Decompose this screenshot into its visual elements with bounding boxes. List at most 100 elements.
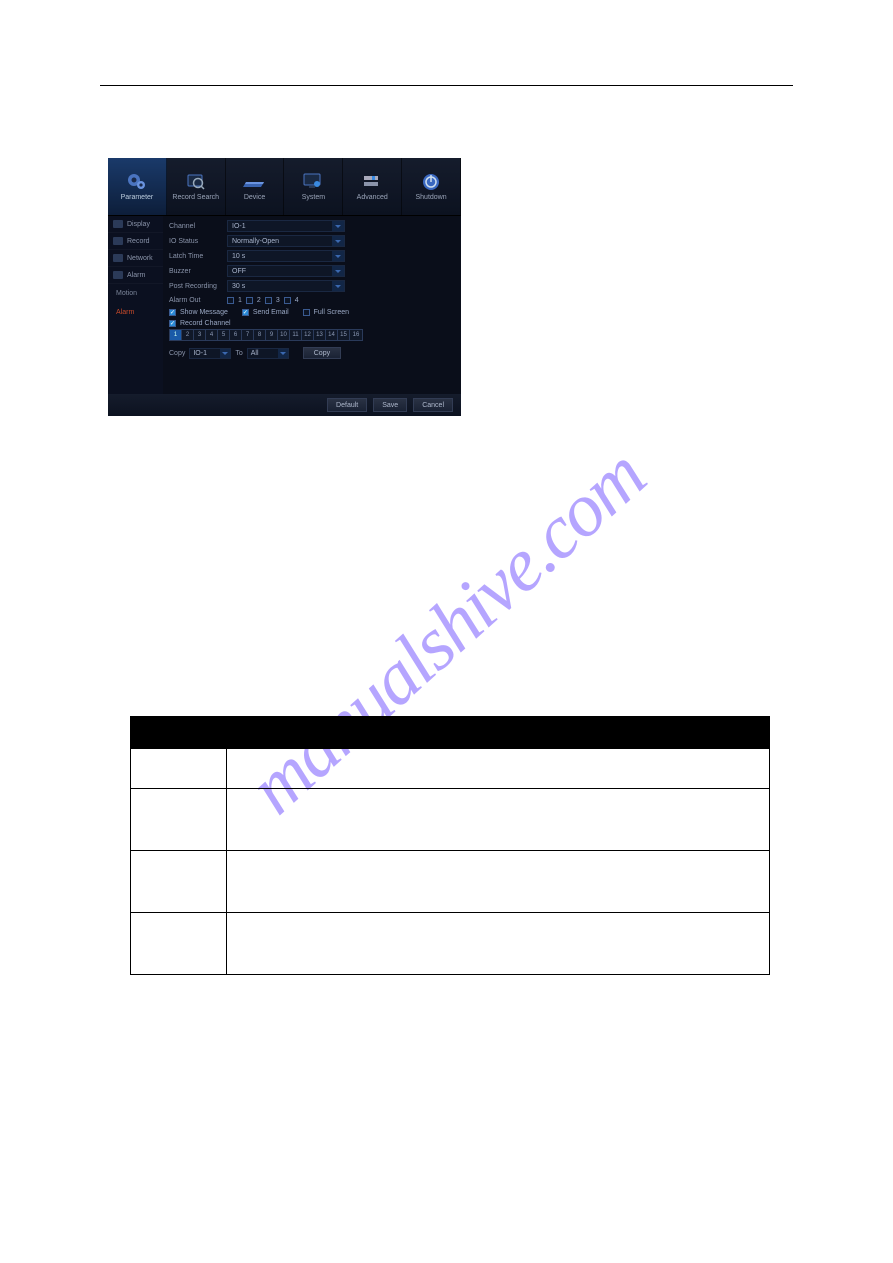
record-channel-checkbox[interactable] (169, 320, 176, 327)
device-icon (243, 172, 267, 192)
alarm-out-label: Alarm Out (169, 297, 227, 304)
channel-toggle[interactable]: 16 (350, 330, 362, 340)
sidebar-sub-motion[interactable]: Motion (108, 284, 163, 303)
chevron-down-icon (332, 221, 344, 231)
cancel-button[interactable]: Cancel (413, 398, 453, 412)
toolbar-system[interactable]: System (284, 158, 343, 215)
channel-toggle[interactable]: 4 (206, 330, 218, 340)
buzzer-select[interactable]: OFF (227, 265, 345, 277)
horizontal-rule (100, 85, 793, 86)
advanced-icon (361, 172, 383, 192)
power-icon (421, 172, 441, 192)
full-screen-checkbox[interactable] (303, 309, 310, 316)
sidebar-item-label: Display (127, 221, 150, 228)
copy-to-label: To (235, 350, 242, 357)
channel-toggle[interactable]: 10 (278, 330, 290, 340)
toolbar-advanced[interactable]: Advanced (343, 158, 402, 215)
io-status-label: IO Status (169, 238, 227, 245)
save-button[interactable]: Save (373, 398, 407, 412)
toolbar-shutdown[interactable]: Shutdown (402, 158, 461, 215)
record-icon (113, 237, 123, 245)
record-channel-label: Record Channel (180, 320, 231, 327)
sidebar-item-display[interactable]: Display (108, 216, 163, 233)
table-row (131, 749, 770, 789)
default-button[interactable]: Default (327, 398, 367, 412)
alarm-out-2-checkbox[interactable] (246, 297, 253, 304)
toolbar-label: Device (244, 194, 265, 201)
left-sidebar: Display Record Network Alarm Motion Alar… (108, 216, 163, 394)
post-recording-select[interactable]: 30 s (227, 280, 345, 292)
toolbar-record-search[interactable]: Record Search (167, 158, 226, 215)
toolbar-label: Record Search (172, 194, 219, 201)
channel-toggle[interactable]: 14 (326, 330, 338, 340)
channel-toggle[interactable]: 15 (338, 330, 350, 340)
toolbar-label: Parameter (121, 194, 154, 201)
chevron-down-icon (332, 251, 344, 261)
channel-toggle[interactable]: 9 (266, 330, 278, 340)
copy-label: Copy (169, 350, 185, 357)
sidebar-item-label: Alarm (127, 272, 145, 279)
dialog-footer: Default Save Cancel (108, 394, 461, 416)
sidebar-item-label: Network (127, 255, 153, 262)
channel-toggle[interactable]: 6 (230, 330, 242, 340)
sidebar-sub-alarm[interactable]: Alarm (108, 303, 163, 322)
send-email-label: Send Email (253, 309, 289, 316)
send-email-checkbox[interactable] (242, 309, 249, 316)
monitor-icon (302, 172, 324, 192)
channel-label: Channel (169, 223, 227, 230)
channel-select[interactable]: IO-1 (227, 220, 345, 232)
full-screen-label: Full Screen (314, 309, 349, 316)
alarm-out-1-checkbox[interactable] (227, 297, 234, 304)
channel-strip: 1 2 3 4 5 6 7 8 9 10 11 12 13 14 15 16 (169, 329, 363, 341)
toolbar-label: System (302, 194, 325, 201)
channel-toggle[interactable]: 7 (242, 330, 254, 340)
channel-toggle[interactable]: 11 (290, 330, 302, 340)
sidebar-item-network[interactable]: Network (108, 250, 163, 267)
chevron-down-icon (332, 236, 344, 246)
copy-from-select[interactable]: IO-1 (189, 348, 231, 359)
chevron-down-icon (220, 349, 230, 358)
alarm-settings-form: Channel IO-1 IO Status Normally-Open Lat… (163, 216, 461, 394)
main-toolbar: Parameter Record Search Device (108, 158, 461, 216)
buzzer-label: Buzzer (169, 268, 227, 275)
toolbar-parameter[interactable]: Parameter (108, 158, 167, 215)
post-recording-label: Post Recording (169, 283, 227, 290)
alarm-out-4-checkbox[interactable] (284, 297, 291, 304)
chevron-down-icon (332, 266, 344, 276)
channel-toggle[interactable]: 12 (302, 330, 314, 340)
table-header (227, 717, 770, 749)
channel-toggle[interactable]: 2 (182, 330, 194, 340)
io-status-select[interactable]: Normally-Open (227, 235, 345, 247)
sidebar-item-label: Record (127, 238, 150, 245)
sidebar-item-record[interactable]: Record (108, 233, 163, 250)
toolbar-device[interactable]: Device (226, 158, 285, 215)
chevron-down-icon (332, 281, 344, 291)
table-header (131, 717, 227, 749)
channel-toggle[interactable]: 3 (194, 330, 206, 340)
toolbar-label: Shutdown (415, 194, 446, 201)
copy-button[interactable]: Copy (303, 347, 341, 359)
table-row (131, 913, 770, 975)
latch-time-label: Latch Time (169, 253, 227, 260)
copy-to-select[interactable]: All (247, 348, 289, 359)
channel-toggle[interactable]: 5 (218, 330, 230, 340)
table-row (131, 851, 770, 913)
show-message-checkbox[interactable] (169, 309, 176, 316)
description-table (130, 716, 770, 975)
gears-icon (126, 172, 148, 192)
channel-toggle[interactable]: 8 (254, 330, 266, 340)
chevron-down-icon (278, 349, 288, 358)
show-message-label: Show Message (180, 309, 228, 316)
magnifier-icon (185, 172, 207, 192)
alarm-icon (113, 271, 123, 279)
channel-toggle[interactable]: 13 (314, 330, 326, 340)
channel-toggle[interactable]: 1 (170, 330, 182, 340)
display-icon (113, 220, 123, 228)
toolbar-label: Advanced (357, 194, 388, 201)
latch-time-select[interactable]: 10 s (227, 250, 345, 262)
alarm-out-3-checkbox[interactable] (265, 297, 272, 304)
network-icon (113, 254, 123, 262)
table-row (131, 789, 770, 851)
sidebar-item-alarm[interactable]: Alarm (108, 267, 163, 284)
dvr-settings-window: Parameter Record Search Device (108, 158, 461, 416)
